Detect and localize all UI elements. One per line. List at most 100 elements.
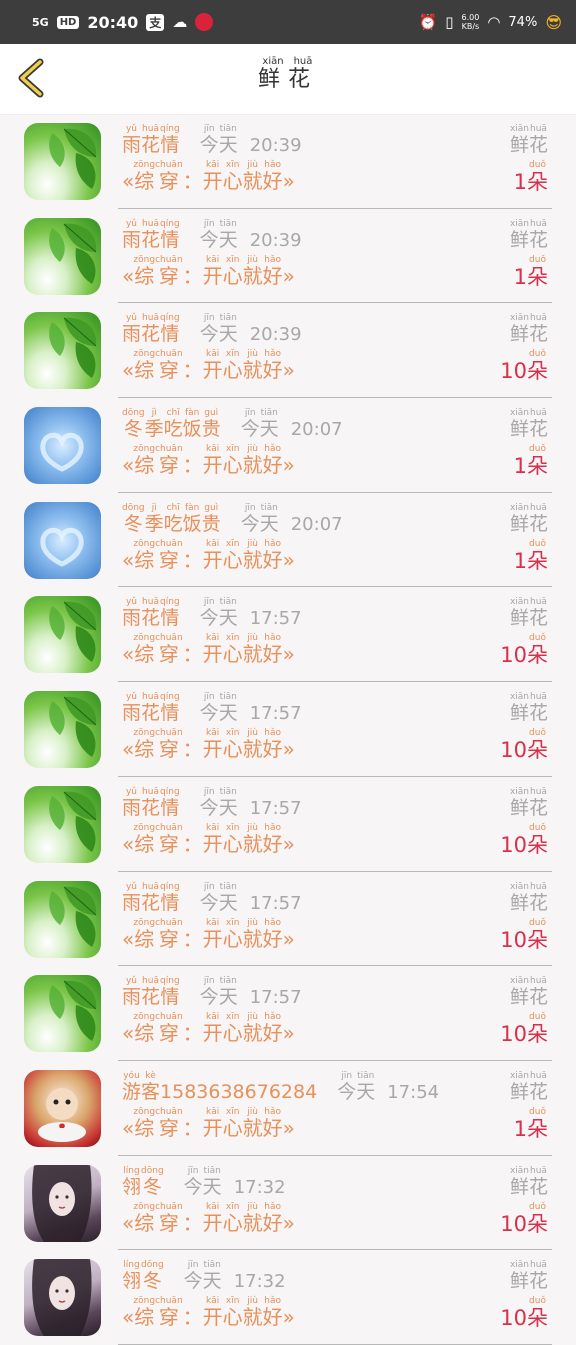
sender-name[interactable]: 雨yǔ花huā情qíng — [122, 882, 180, 914]
ruby-char: 天tiān — [218, 313, 238, 346]
avatar[interactable] — [24, 501, 101, 579]
ruby-char: 冬dōng — [122, 408, 145, 441]
list-item[interactable]: 雨yǔ花huā情qíng今jīn天tiān17:57 «综zōng穿chuān：开… — [0, 872, 576, 967]
ruby-char: 饭fàn — [182, 408, 202, 441]
avatar[interactable] — [24, 1164, 101, 1242]
list-item[interactable]: 冬dōng季jì吃chī饭fàn贵guì 今jīn天tiān 20:07 «综zōng… — [0, 493, 576, 588]
list-item[interactable]: 雨yǔ花huā情qíng今jīn天tiān20:39 «综zōng穿chuān：开… — [0, 114, 576, 209]
book-bracket-close: » — [282, 1210, 295, 1235]
sender-name[interactable]: 雨yǔ花huā情qíng — [122, 219, 180, 251]
book-bracket-open: « — [122, 1305, 135, 1330]
list-item[interactable]: 冬dōng季jì吃chī饭fàn贵guì 今jīn天tiān 20:07 «综zōng… — [0, 398, 576, 493]
list-item[interactable]: 雨yǔ花huā情qíng今jīn天tiān17:57 «综zōng穿chuān：开… — [0, 587, 576, 683]
ruby-char: 花huā — [528, 408, 548, 441]
ruby-char: 开kāi — [202, 822, 223, 856]
avatar[interactable] — [24, 975, 101, 1053]
list-item[interactable]: 雨yǔ花huā情qíng今jīn天tiān17:57 «综zōng穿chuān：开… — [0, 966, 576, 1061]
ruby-char: 雨yǔ — [122, 124, 142, 156]
date-label: 今jīn天tiān — [337, 1070, 375, 1103]
ruby-char: 综zōng — [133, 1106, 156, 1140]
sender-line: 雨yǔ花huā情qíng 今jīn天tiān 20:39 — [122, 313, 302, 346]
avatar[interactable] — [24, 1069, 101, 1147]
ruby-char: 鲜xiān — [257, 56, 288, 92]
ruby-char: 花huā — [528, 1260, 548, 1293]
ruby-char: 吃chī — [163, 502, 183, 535]
ruby-char: 穿chuān — [155, 1201, 183, 1235]
sender-name[interactable]: 翎líng冬dōng — [122, 1166, 164, 1198]
avatar[interactable] — [24, 407, 101, 485]
timestamp: 17:57 — [249, 987, 302, 1009]
date-label: 今jīn天tiān — [241, 408, 279, 441]
list-item[interactable]: 雨yǔ花huā情qíng今jīn天tiān20:39 «综zōng穿chuān：开… — [0, 209, 576, 304]
book-title: «综zōng穿chuān：开kāi心xīn就jiù好hǎo» — [122, 1202, 295, 1236]
sender-name[interactable]: 雨yǔ花huā情qíng — [122, 692, 180, 724]
ruby-char: 就jiù — [242, 633, 263, 667]
list-item-content: 冬dōng季jì吃chī饭fàn贵guì 今jīn天tiān 20:07 «综zōng… — [118, 398, 552, 493]
list-item[interactable]: 雨yǔ花huā情qíng今jīn天tiān17:57 «综zōng穿chuān：开… — [0, 682, 576, 777]
gift-count: 1朵duǒ — [513, 254, 548, 289]
ruby-char: 花huā — [141, 786, 161, 819]
ruby-char: 今jīn — [337, 1070, 357, 1103]
avatar[interactable] — [24, 691, 101, 769]
ruby-char: 贵guì — [201, 408, 221, 441]
avatar[interactable] — [24, 785, 101, 863]
list-item[interactable]: 雨yǔ花huā情qíng今jīn天tiān20:39 «综zōng穿chuān：开… — [0, 303, 576, 399]
sender-name[interactable]: 雨yǔ花huā情qíng — [122, 786, 180, 819]
avatar[interactable] — [24, 312, 101, 390]
battery-level: 74% — [508, 14, 538, 30]
list-item[interactable]: 雨yǔ花huā情qíng今jīn天tiān17:57 «综zōng穿chuān：开… — [0, 777, 576, 872]
ruby-char: 综zōng — [133, 254, 156, 288]
sender-name[interactable]: 雨yǔ花huā情qíng — [122, 597, 180, 629]
ruby-char: ： — [182, 453, 203, 478]
avatar[interactable] — [24, 880, 101, 958]
avatar[interactable] — [24, 123, 101, 200]
avatar[interactable] — [24, 217, 101, 295]
sender-name[interactable]: 雨yǔ花huā情qíng — [122, 976, 180, 1008]
list-item-content: 雨yǔ花huā情qíng今jīn天tiān20:39 «综zōng穿chuān：开… — [118, 114, 552, 209]
ruby-char: 天tiān — [218, 881, 238, 914]
ruby-char: 雨yǔ — [122, 313, 142, 346]
ruby-char: 心xīn — [222, 160, 243, 193]
ruby-char: 穿chuān — [155, 349, 183, 383]
gift-count: 1朵duǒ — [513, 1106, 548, 1141]
book-title: «综zōng穿chuān：开kāi心xīn就jiù好hǎo» — [122, 918, 295, 952]
alarm-icon: ⏰ — [418, 13, 438, 31]
avatar[interactable] — [24, 1259, 101, 1337]
ruby-char: 雨yǔ — [122, 786, 142, 819]
ruby-char: 花huā — [528, 313, 548, 346]
gift-count: 10朵duǒ — [500, 917, 548, 952]
ruby-char: 就jiù — [242, 349, 263, 383]
ruby-char: 冬dōng — [141, 1260, 164, 1293]
ruby-char: 穿chuān — [155, 444, 183, 478]
ruby-char: 鲜xiān — [509, 1070, 529, 1103]
ruby-char: 综zōng — [133, 917, 156, 951]
sender-name[interactable]: 冬dōng季jì吃chī饭fàn贵guì — [122, 408, 221, 441]
sender-name[interactable]: 雨yǔ花huā情qíng — [122, 313, 180, 346]
avatar[interactable] — [24, 596, 101, 674]
ruby-char: 天tiān — [259, 408, 279, 441]
sender-line: 雨yǔ花huā情qíng 今jīn天tiān 20:39 — [122, 124, 302, 157]
sender-name[interactable]: 翎líng冬dōng — [122, 1260, 164, 1293]
ruby-char: 好hǎo — [262, 254, 283, 288]
list-item-content: 雨yǔ花huā情qíng今jīn天tiān17:57 «综zōng穿chuān：开… — [118, 682, 552, 777]
list-item[interactable]: 翎líng冬dōng 今jīn天tiān 17:32 «综zōng穿chuān：开kā… — [0, 1156, 576, 1251]
wifi-icon: ◠ — [487, 13, 501, 31]
ruby-char: 鲜xiān — [509, 218, 529, 251]
book-bracket-close: » — [282, 453, 295, 478]
list-item[interactable]: 游yóu客kè1583638676284 今jīn天tiān 17:54 «综zōng… — [0, 1061, 576, 1156]
ruby-char: 好hǎo — [262, 1012, 283, 1046]
ruby-char: 综zōng — [133, 538, 156, 572]
sender-name[interactable]: 冬dōng季jì吃chī饭fàn贵guì — [122, 502, 221, 535]
list-item[interactable]: 翎líng冬dōng 今jīn天tiān 17:32 «综zōng穿chuān：开kā… — [0, 1250, 576, 1345]
gift-type-label: 鲜xiān花huā — [510, 124, 548, 157]
ruby-char: 开kāi — [202, 1012, 223, 1046]
ruby-char: 鲜xiān — [509, 502, 529, 535]
gift-list[interactable]: 雨yǔ花huā情qíng今jīn天tiān20:39 «综zōng穿chuān：开… — [0, 114, 576, 1345]
sender-name[interactable]: 游yóu客kè1583638676284 — [122, 1071, 317, 1103]
sender-line: 翎líng冬dōng 今jīn天tiān 17:32 — [122, 1260, 286, 1293]
ruby-char: 今jīn — [199, 881, 219, 914]
sender-name[interactable]: 雨yǔ花huā情qíng — [122, 124, 180, 156]
ruby-char: ： — [182, 926, 203, 951]
gift-type-label: 鲜xiān花huā — [510, 692, 548, 725]
ruby-char: 心xīn — [222, 349, 243, 383]
